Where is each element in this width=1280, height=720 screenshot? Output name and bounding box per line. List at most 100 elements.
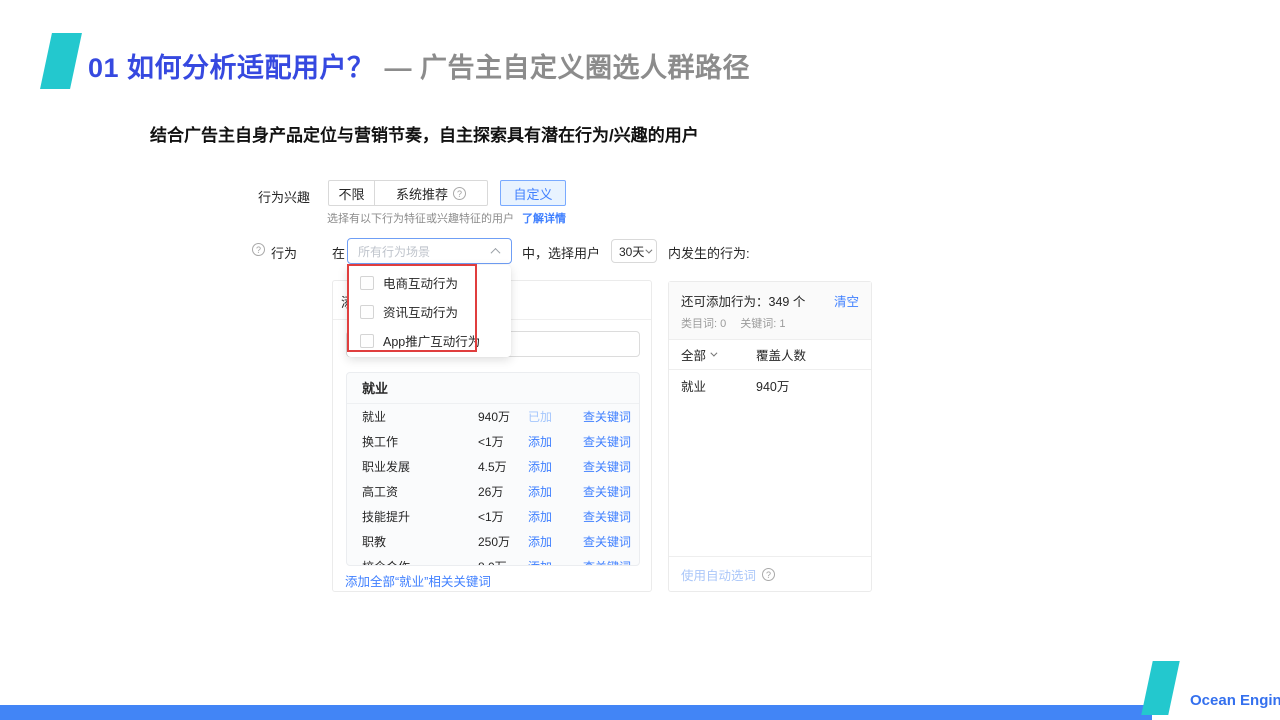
selected-row: 就业 940万 [669, 370, 871, 400]
chevron-up-icon [491, 247, 501, 257]
filter-all-dropdown[interactable]: 全部 [681, 345, 756, 364]
selected-behaviors-panel: 还可添加行为： 349 个 清空 类目词: 0 关键词: 1 全部 覆盖人数 就… [668, 281, 872, 592]
coverage-column-header: 覆盖人数 [756, 345, 806, 364]
page-title-primary: 01 如何分析适配用户？ [88, 53, 375, 83]
stat-category-words: 类目词: 0 [681, 315, 726, 331]
selected-panel-footer: 使用自动选词 ? [669, 556, 871, 591]
row-action-link[interactable]: 添加 [528, 485, 552, 499]
row-count: 4.5万 [478, 458, 528, 475]
row-keyword-link[interactable]: 查关键词 [583, 483, 631, 500]
help-circle-icon[interactable]: ? [453, 187, 466, 200]
clear-link[interactable]: 清空 [834, 291, 859, 310]
sentence-middle: 中，选择用户 [522, 243, 600, 262]
tab-custom-selected[interactable]: 自定义 [500, 180, 566, 206]
behavior-interest-label: 行为兴趣 [258, 187, 310, 206]
sentence-suffix: 内发生的行为: [668, 243, 750, 262]
learn-more-link[interactable]: 了解详情 [522, 213, 566, 225]
row-action-link[interactable]: 添加 [528, 510, 552, 524]
table-row: 换工作 <1万 添加 查关键词 [347, 429, 639, 454]
sentence-prefix: 在 [332, 243, 345, 262]
slide: 01 如何分析适配用户？ — 广告主自定义圈选人群路径 结合广告主自身产品定位与营… [0, 0, 1280, 720]
page-subtitle: 结合广告主自身产品定位与营销节奏，自主探索具有潜在行为/兴趣的用户 [150, 121, 699, 146]
dropdown-option-label: 资讯互动行为 [383, 302, 458, 321]
behavior-label: 行为 [271, 243, 297, 262]
days-select[interactable]: 30天 [611, 239, 657, 263]
row-keyword-link[interactable]: 查关键词 [583, 533, 631, 550]
row-count: 940万 [478, 408, 528, 425]
scene-select[interactable]: 所有行为场景 [347, 238, 512, 264]
scene-dropdown: 电商互动行为 资讯互动行为 App推广互动行为 [347, 265, 511, 357]
checkbox-icon[interactable] [360, 334, 374, 348]
brand-logo-text: Ocean Engine [1190, 692, 1280, 709]
category-group-box: 就业 就业 940万 已加 查关键词 换工作 <1万 添加 查关键词 职业发展 … [346, 372, 640, 566]
tab-system-recommend[interactable]: 系统推荐 ? [374, 181, 487, 205]
auto-select-words-link[interactable]: 使用自动选词 [681, 565, 756, 584]
row-action-link[interactable]: 添加 [528, 435, 552, 449]
row-name: 技能提升 [362, 508, 478, 525]
selected-rows: 就业 940万 [669, 370, 871, 400]
row-action-link[interactable]: 添加 [528, 560, 552, 566]
selected-panel-header: 还可添加行为： 349 个 清空 类目词: 0 关键词: 1 [669, 282, 871, 340]
tab-unlimited[interactable]: 不限 [329, 181, 374, 205]
tab-hint-line: 选择有以下行为特征或兴趣特征的用户了解详情 [327, 210, 566, 226]
row-keyword-link[interactable]: 查关键词 [583, 433, 631, 450]
row-name: 职业发展 [362, 458, 478, 475]
dropdown-option-ecommerce[interactable]: 电商互动行为 [347, 268, 511, 297]
bottom-accent-bar [0, 705, 1152, 720]
filter-all-label: 全部 [681, 345, 706, 364]
row-name: 高工资 [362, 483, 478, 500]
days-select-value: 30天 [619, 243, 645, 260]
brand-decoration-parallelogram [1141, 661, 1179, 715]
table-row: 技能提升 <1万 添加 查关键词 [347, 504, 639, 529]
checkbox-icon[interactable] [360, 276, 374, 290]
row-action-link[interactable]: 添加 [528, 535, 552, 549]
scene-select-placeholder: 所有行为场景 [358, 243, 492, 260]
behavior-help-circle-icon[interactable]: ? [252, 243, 265, 256]
row-action-link[interactable]: 添加 [528, 460, 552, 474]
table-row: 职教 250万 添加 查关键词 [347, 529, 639, 554]
category-group-title: 就业 [347, 373, 639, 404]
behavior-interest-tab-group: 不限 系统推荐 ? [328, 180, 488, 206]
table-row: 职业发展 4.5万 添加 查关键词 [347, 454, 639, 479]
row-name: 校企合作 [362, 558, 478, 566]
remaining-label: 还可添加行为： [681, 291, 769, 310]
tab-custom-label: 自定义 [513, 184, 552, 203]
title-decoration-parallelogram [40, 33, 82, 89]
row-count: 8.0万 [478, 558, 528, 566]
table-row: 校企合作 8.0万 添加 查关键词 [347, 554, 639, 566]
category-rows: 就业 940万 已加 查关键词 换工作 <1万 添加 查关键词 职业发展 4.5… [347, 404, 639, 566]
page-title-secondary: — 广告主自定义圈选人群路径 [385, 53, 751, 83]
dropdown-option-news[interactable]: 资讯互动行为 [347, 297, 511, 326]
row-action-link[interactable]: 已加 [528, 410, 552, 424]
row-keyword-link[interactable]: 查关键词 [583, 458, 631, 475]
selected-row-name: 就业 [681, 376, 756, 395]
dropdown-option-label: App推广互动行为 [383, 331, 480, 350]
footer-help-circle-icon[interactable]: ? [762, 568, 775, 581]
tab-system-recommend-label: 系统推荐 [396, 184, 448, 203]
row-count: <1万 [478, 508, 528, 525]
table-row: 高工资 26万 添加 查关键词 [347, 479, 639, 504]
remaining-count: 349 个 [769, 291, 806, 310]
row-name: 就业 [362, 408, 478, 425]
stat-keywords: 关键词: 1 [740, 315, 785, 331]
row-count: <1万 [478, 433, 528, 450]
table-row: 就业 940万 已加 查关键词 [347, 404, 639, 429]
chevron-down-icon [710, 350, 717, 357]
hint-text: 选择有以下行为特征或兴趣特征的用户 [327, 213, 514, 225]
tab-unlimited-label: 不限 [338, 184, 364, 203]
dropdown-option-label: 电商互动行为 [383, 273, 458, 292]
checkbox-icon[interactable] [360, 305, 374, 319]
row-name: 换工作 [362, 433, 478, 450]
chevron-down-icon [645, 246, 652, 253]
selected-panel-filter-row: 全部 覆盖人数 [669, 340, 871, 370]
row-keyword-link[interactable]: 查关键词 [583, 408, 631, 425]
row-count: 26万 [478, 483, 528, 500]
selected-row-count: 940万 [756, 376, 789, 395]
dropdown-option-app-promo[interactable]: App推广互动行为 [347, 326, 511, 355]
page-title: 01 如何分析适配用户？ — 广告主自定义圈选人群路径 [88, 46, 750, 85]
row-count: 250万 [478, 533, 528, 550]
add-all-keywords-link[interactable]: 添加全部“就业”相关关键词 [345, 571, 491, 590]
row-name: 职教 [362, 533, 478, 550]
row-keyword-link[interactable]: 查关键词 [583, 508, 631, 525]
row-keyword-link[interactable]: 查关键词 [583, 558, 631, 566]
